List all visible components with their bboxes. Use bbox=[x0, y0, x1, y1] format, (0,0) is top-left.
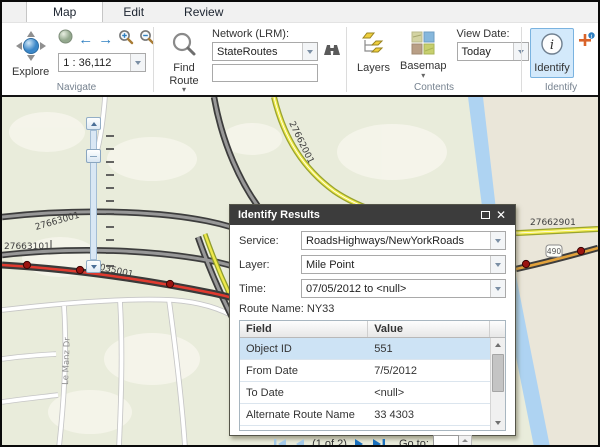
table-scrollbar[interactable] bbox=[490, 338, 505, 430]
svg-text:i: i bbox=[591, 34, 593, 40]
network-combobox[interactable]: StateRoutes bbox=[212, 42, 318, 61]
scrollbar-down-arrow-icon[interactable] bbox=[491, 416, 505, 430]
table-row[interactable]: Object ID 551 bbox=[240, 338, 490, 360]
time-combobox[interactable]: 07/05/2012 to <null> bbox=[301, 279, 506, 298]
attributes-table: Field Value Object ID 551 From Date bbox=[239, 320, 506, 431]
page-indicator: (1 of 2) bbox=[312, 438, 347, 445]
svg-text:i: i bbox=[550, 38, 554, 53]
next-extent-icon[interactable]: → bbox=[98, 32, 113, 47]
zoom-slider-thumb[interactable] bbox=[86, 149, 101, 163]
group-label-contents: Contents bbox=[349, 82, 519, 94]
tab-map[interactable]: Map bbox=[26, 1, 103, 22]
group-label-navigate: Navigate bbox=[2, 82, 151, 94]
route-search-input[interactable] bbox=[212, 64, 318, 82]
zoom-in-icon[interactable] bbox=[118, 29, 134, 50]
service-label: Service: bbox=[239, 235, 301, 247]
service-dropdown-arrow[interactable] bbox=[490, 232, 505, 249]
route-name-row: Route Name: NY33 bbox=[239, 303, 506, 315]
value-column-header: Value bbox=[368, 321, 490, 337]
shield-label: 490 bbox=[547, 247, 562, 256]
basemap-button[interactable]: Basemap ▾ bbox=[395, 28, 451, 82]
ribbon-body: Explore ← → bbox=[2, 23, 598, 94]
table-header: Field Value bbox=[240, 321, 505, 338]
identify-icon: i bbox=[539, 31, 565, 60]
network-dropdown-arrow[interactable] bbox=[302, 43, 317, 60]
scrollbar-up-arrow-icon[interactable] bbox=[491, 338, 505, 352]
scrollbar-thumb[interactable] bbox=[492, 354, 504, 392]
explore-button[interactable]: Explore bbox=[7, 28, 54, 82]
maximize-icon bbox=[481, 211, 490, 219]
layer-dropdown-arrow[interactable] bbox=[490, 256, 505, 273]
find-route-button[interactable]: Find Route ▾ bbox=[160, 28, 208, 96]
application-window: Map Edit Review bbox=[0, 0, 600, 447]
explore-pan-icon bbox=[16, 31, 46, 64]
layers-button[interactable]: Layers bbox=[352, 28, 395, 78]
scale-dropdown-arrow[interactable] bbox=[130, 54, 145, 71]
route-label-w: 27663101 bbox=[4, 242, 50, 252]
identify-button[interactable]: i Identify bbox=[530, 28, 574, 78]
spinner-down-icon[interactable] bbox=[459, 444, 471, 445]
previous-page-button[interactable] bbox=[294, 438, 305, 445]
table-rows: Object ID 551 From Date 7/5/2012 To Date… bbox=[240, 338, 490, 430]
service-combobox[interactable]: RoadsHighways/NewYorkRoads bbox=[301, 231, 506, 250]
table-row[interactable]: To Date <null> bbox=[240, 382, 490, 404]
group-separator bbox=[153, 27, 154, 92]
street-label: Le Manz Dr bbox=[61, 337, 73, 385]
tab-review[interactable]: Review bbox=[164, 2, 243, 22]
tab-edit[interactable]: Edit bbox=[103, 2, 164, 22]
ribbon: Map Edit Review bbox=[2, 2, 598, 95]
tab-strip: Map Edit Review bbox=[2, 2, 598, 23]
route-label-ne: 27662901 bbox=[530, 218, 576, 228]
zoom-slider[interactable] bbox=[86, 117, 101, 273]
goto-spinner[interactable] bbox=[459, 435, 472, 445]
group-identify: i Identify i Identify bbox=[524, 25, 598, 94]
close-button[interactable]: ✕ bbox=[493, 205, 509, 225]
next-page-button[interactable] bbox=[354, 438, 365, 445]
layer-label: Layer: bbox=[239, 259, 301, 271]
dialog-title: Identify Results bbox=[238, 209, 477, 221]
group-label-identify: Identify bbox=[524, 82, 598, 94]
field-column-header: Field bbox=[240, 321, 368, 337]
route-name-value: NY33 bbox=[307, 303, 335, 315]
time-dropdown-arrow[interactable] bbox=[490, 280, 505, 297]
find-route-caret-icon: ▾ bbox=[182, 87, 186, 93]
find-route-magnifier-icon bbox=[171, 31, 197, 60]
route-name-label: Route Name: bbox=[239, 303, 304, 315]
zoom-scale-ruler bbox=[106, 135, 114, 267]
view-date-combobox[interactable]: Today bbox=[457, 42, 529, 61]
group-navigate: Explore ← → bbox=[2, 25, 151, 94]
maximize-button[interactable] bbox=[477, 205, 493, 225]
binoculars-icon[interactable] bbox=[323, 43, 341, 61]
identify-results-dialog: Identify Results ✕ Service: RoadsHighway… bbox=[229, 204, 516, 436]
spinner-up-icon[interactable] bbox=[459, 436, 471, 444]
scale-combobox[interactable]: 1 : 36,112 bbox=[58, 53, 146, 72]
network-lrm-label: Network (LRM): bbox=[212, 28, 341, 40]
previous-extent-icon[interactable]: ← bbox=[78, 32, 93, 47]
group-contents: Layers B bbox=[349, 25, 519, 94]
first-page-button[interactable] bbox=[273, 438, 287, 445]
layer-combobox[interactable]: Mile Point bbox=[301, 255, 506, 274]
table-row[interactable]: Alternate Route Name 33 4303 bbox=[240, 404, 490, 426]
pagination-bar: (1 of 2) Go to: bbox=[239, 431, 506, 445]
basemap-icon bbox=[411, 31, 435, 58]
group-find: Find Route ▾ Network (LRM): StateRoutes bbox=[156, 25, 344, 94]
dialog-body: Service: RoadsHighways/NewYorkRoads Laye… bbox=[230, 225, 515, 445]
layers-icon bbox=[361, 31, 387, 60]
goto-page-input[interactable] bbox=[433, 435, 459, 445]
header-spacer bbox=[490, 321, 505, 337]
group-separator bbox=[346, 27, 347, 92]
map-view[interactable]: 490 27663001 27663101 27035001 27662901 … bbox=[2, 95, 598, 445]
zoom-slider-up-button[interactable] bbox=[86, 117, 101, 130]
identify-route-location-icon[interactable]: i bbox=[578, 32, 595, 52]
table-row[interactable]: From Date 7/5/2012 bbox=[240, 360, 490, 382]
view-date-label: View Date: bbox=[457, 28, 529, 40]
group-separator bbox=[521, 27, 522, 92]
zoom-slider-down-button[interactable] bbox=[86, 260, 101, 273]
last-page-button[interactable] bbox=[372, 438, 386, 445]
time-label: Time: bbox=[239, 283, 301, 295]
dialog-titlebar[interactable]: Identify Results ✕ bbox=[230, 205, 515, 225]
full-extent-globe-icon[interactable] bbox=[58, 29, 73, 49]
goto-label: Go to: bbox=[399, 438, 429, 445]
basemap-caret-icon: ▾ bbox=[421, 73, 425, 79]
